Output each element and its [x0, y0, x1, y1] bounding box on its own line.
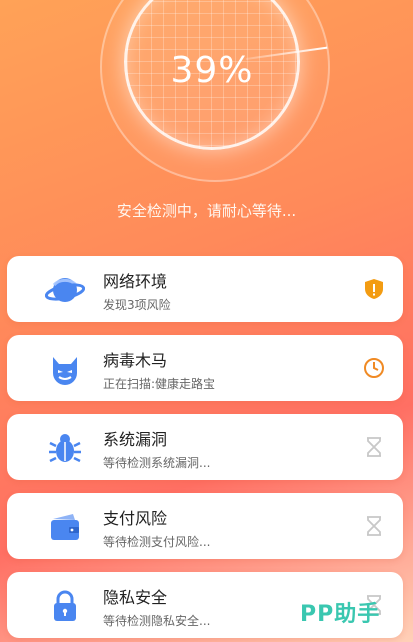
lock-icon	[54, 590, 76, 621]
wallet-icon	[51, 514, 79, 540]
check-item-title: 系统漏洞	[103, 430, 168, 449]
watermark: PP助手	[300, 602, 381, 627]
warning-shield-icon	[365, 279, 383, 299]
scan-status-text: 安全检测中，请耐心等待...	[116, 202, 297, 220]
check-item-subtitle: 等待检测支付风险...	[103, 535, 211, 549]
check-item-subtitle: 正在扫描:健康走路宝	[103, 377, 216, 391]
check-item-system-vuln[interactable]: 系统漏洞 等待检测系统漏洞...	[7, 414, 403, 480]
hourglass-icon	[367, 437, 381, 457]
check-item-network[interactable]: 网络环境 发现3项风险	[7, 256, 403, 322]
check-item-virus[interactable]: 病毒木马 正在扫描:健康走路宝	[7, 335, 403, 401]
check-item-title: 支付风险	[103, 509, 168, 528]
check-item-title: 病毒木马	[103, 351, 168, 370]
devil-icon	[53, 357, 77, 385]
planet-icon	[45, 278, 85, 302]
check-item-title: 网络环境	[103, 272, 168, 291]
check-item-subtitle: 等待检测隐私安全...	[103, 614, 211, 628]
check-item-payment[interactable]: 支付风险 等待检测支付风险...	[7, 493, 403, 559]
clock-icon	[364, 358, 384, 378]
scan-percent: 39%	[170, 50, 254, 91]
scan-area: 39% 安全检测中，请耐心等待...	[0, 0, 413, 250]
check-item-title: 隐私安全	[103, 588, 168, 607]
hourglass-icon	[367, 516, 381, 536]
check-item-subtitle: 等待检测系统漏洞...	[103, 456, 211, 470]
check-item-subtitle: 发现3项风险	[103, 298, 171, 312]
bug-icon	[49, 434, 81, 463]
